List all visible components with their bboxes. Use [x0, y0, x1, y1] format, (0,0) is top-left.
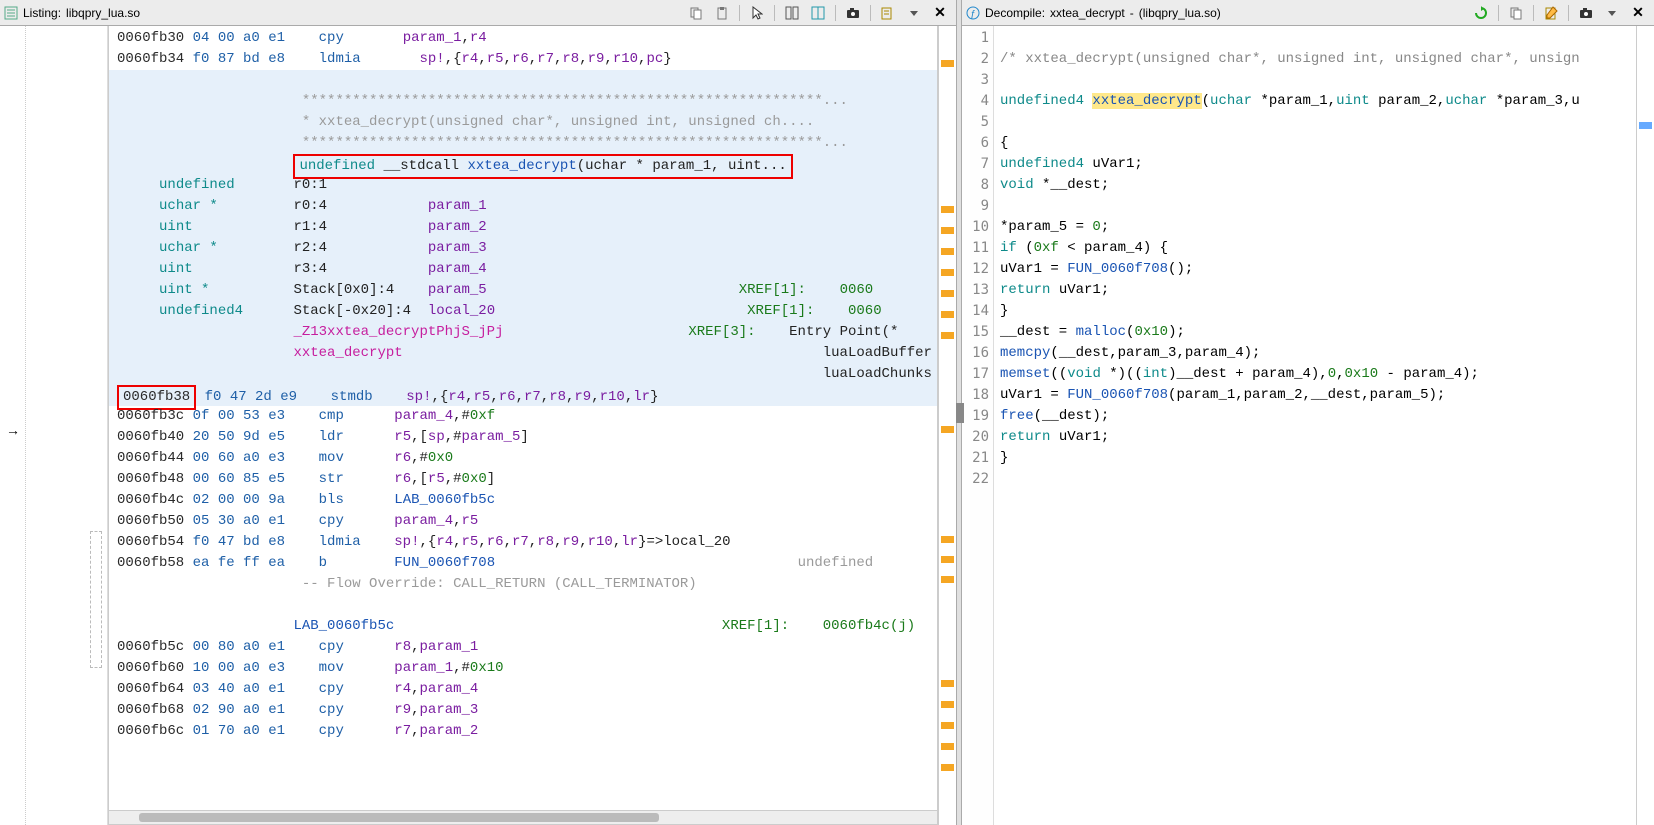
decompile-line-gutter: 12345678910111213141516171819202122: [962, 26, 994, 825]
decompile-title-prefix: Decompile:: [985, 6, 1045, 20]
decompile-body: 12345678910111213141516171819202122 /* x…: [962, 26, 1654, 825]
diff-view-icon[interactable]: [806, 3, 830, 23]
current-line-arrow-icon: →: [6, 422, 20, 438]
listing-title-file: libqpry_lua.so: [66, 6, 140, 20]
copy-icon[interactable]: [1504, 3, 1528, 23]
listing-gutter: →: [0, 26, 26, 825]
listing-icon: [4, 6, 18, 20]
toolbar-separator: [774, 5, 775, 21]
listing-body: → 0060fb30 04 00 a0 e1 cpy param_1,r4006…: [0, 26, 956, 825]
toolbar-separator: [835, 5, 836, 21]
decompile-panel: ƒ Decompile: xxtea_decrypt - (libqpry_lu…: [962, 0, 1654, 825]
split-handle[interactable]: [956, 0, 962, 825]
decompile-title-sep: -: [1130, 6, 1134, 20]
decompile-title-func: xxtea_decrypt: [1050, 6, 1125, 20]
listing-margin: [26, 26, 108, 825]
decompile-toolbar: ƒ Decompile: xxtea_decrypt - (libqpry_lu…: [962, 0, 1654, 26]
decompile-overview-ruler[interactable]: [1636, 26, 1654, 825]
toolbar-separator: [870, 5, 871, 21]
decompile-title: ƒ Decompile: xxtea_decrypt - (libqpry_lu…: [966, 6, 1467, 20]
field-edit-icon[interactable]: [876, 3, 900, 23]
dropdown-icon[interactable]: [902, 3, 926, 23]
snapshot-icon[interactable]: [841, 3, 865, 23]
close-button[interactable]: ✕: [1626, 3, 1650, 23]
listing-h-scrollbar[interactable]: [109, 810, 937, 824]
listing-panel: Listing: libqpry_lua.so ✕ → 0060fb30 04 …: [0, 0, 956, 825]
toolbar-separator: [1498, 5, 1499, 21]
toolbar-separator: [739, 5, 740, 21]
listing-title: Listing: libqpry_lua.so: [4, 6, 682, 20]
close-button[interactable]: ✕: [928, 3, 952, 23]
snapshot-icon[interactable]: [1574, 3, 1598, 23]
decompile-icon: ƒ: [966, 6, 980, 20]
edit-icon[interactable]: [1539, 3, 1563, 23]
copy-icon[interactable]: [684, 3, 708, 23]
decompile-code[interactable]: /* xxtea_decrypt(unsigned char*, unsigne…: [994, 26, 1636, 825]
toolbar-separator: [1533, 5, 1534, 21]
listing-toolbar: Listing: libqpry_lua.so ✕: [0, 0, 956, 26]
svg-text:ƒ: ƒ: [970, 9, 976, 20]
decompile-title-file: (libqpry_lua.so): [1139, 6, 1221, 20]
toggle-view-icon[interactable]: [780, 3, 804, 23]
listing-overview-ruler[interactable]: [938, 26, 956, 825]
paste-icon[interactable]: [710, 3, 734, 23]
listing-viewport[interactable]: 0060fb30 04 00 a0 e1 cpy param_1,r40060f…: [108, 26, 938, 825]
cursor-icon[interactable]: [745, 3, 769, 23]
toolbar-separator: [1568, 5, 1569, 21]
flow-bracket: [90, 531, 102, 668]
listing-content: 0060fb30 04 00 a0 e1 cpy param_1,r40060f…: [109, 26, 937, 772]
dropdown-icon[interactable]: [1600, 3, 1624, 23]
listing-title-prefix: Listing:: [23, 6, 61, 20]
refresh-icon[interactable]: [1469, 3, 1493, 23]
